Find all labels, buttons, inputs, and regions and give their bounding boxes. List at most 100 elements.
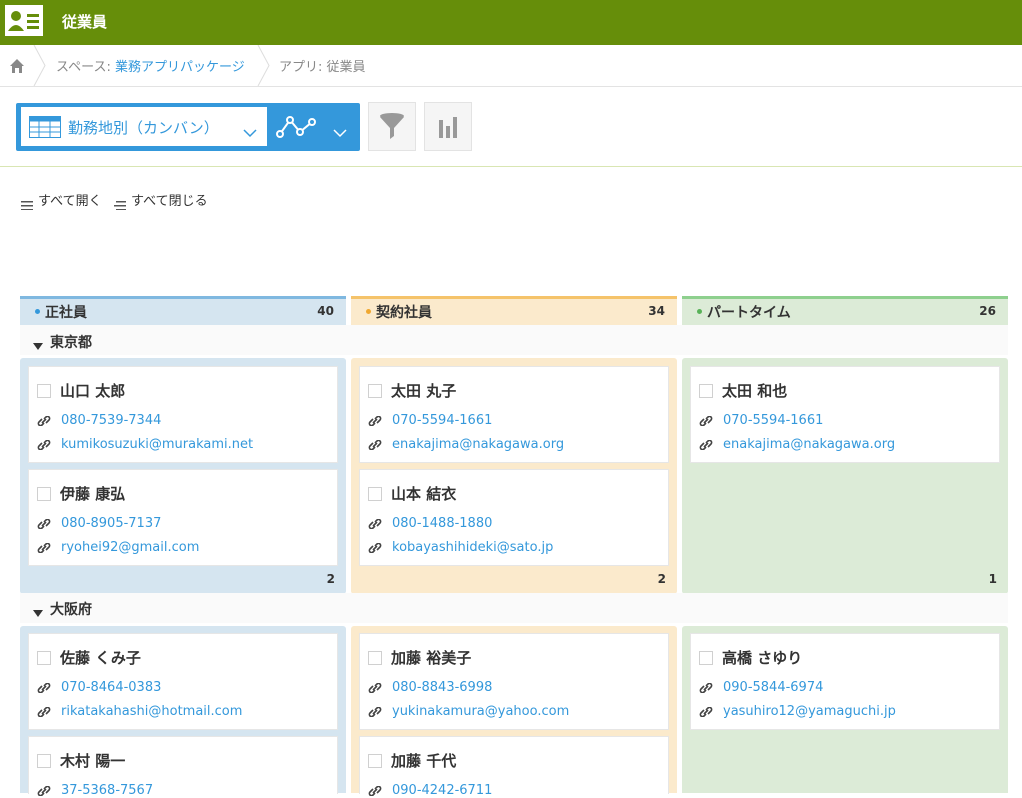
card-name: 太田 丸子 [391,382,457,400]
card-checkbox[interactable] [699,384,713,398]
phone-link[interactable]: 080-8905-7137 [61,516,161,531]
card-name: 加藤 裕美子 [391,649,472,667]
toolbar-divider [0,166,1022,167]
link-icon [368,440,382,450]
chevron-down-icon[interactable] [243,123,257,142]
record-card[interactable]: 山本 結衣 080-1488-1880 kobayashihideki@sato… [359,469,669,566]
app-icon[interactable] [5,5,43,36]
card-checkbox[interactable] [699,651,713,665]
triangle-down-icon[interactable] [33,603,43,622]
breadcrumb-space[interactable]: スペース: 業務アプリパッケージ [56,56,245,75]
phone-link[interactable]: 080-1488-1880 [392,516,492,531]
card-checkbox[interactable] [37,487,51,501]
card-checkbox[interactable] [368,487,382,501]
email-link[interactable]: ryohei92@gmail.com [61,540,199,555]
email-link[interactable]: yukinakamura@yahoo.com [392,704,569,719]
graph-icon[interactable] [276,114,318,146]
collapse-all-link[interactable]: すべて閉じる [131,190,208,209]
status-dot-icon [35,309,40,314]
email-link[interactable]: enakajima@nakagawa.org [723,437,895,452]
table-view-icon [29,116,61,142]
record-card[interactable]: 太田 丸子 070-5594-1661 enakajima@nakagawa.o… [359,366,669,463]
link-icon [37,786,51,796]
link-icon [699,683,713,693]
card-name: 加藤 千代 [391,752,457,770]
link-icon [368,519,382,529]
card-name: 木村 陽一 [60,752,126,770]
card-checkbox[interactable] [37,754,51,768]
card-checkbox[interactable] [368,384,382,398]
breadcrumb-separator-icon [257,45,270,86]
breadcrumb-space-prefix: スペース: [56,60,115,75]
phone-link[interactable]: 090-5844-6974 [723,680,823,695]
link-icon [699,416,713,426]
breadcrumb-separator-icon [33,45,46,86]
link-icon [368,416,382,426]
link-icon [368,543,382,553]
filter-button[interactable] [368,102,416,151]
email-link[interactable]: kumikosuzuki@murakami.net [61,437,253,452]
breadcrumb-app: アプリ: 従業員 [279,60,366,75]
group-header-tokyo[interactable] [20,325,1008,355]
collapse-icon [114,195,126,214]
record-card[interactable]: 伊藤 康弘 080-8905-7137 ryohei92@gmail.com [28,469,338,566]
link-icon [37,440,51,450]
card-checkbox[interactable] [37,651,51,665]
graph-button[interactable] [424,102,472,151]
record-card[interactable]: 木村 陽一 37-5368-7567 [28,736,338,798]
lane-count: 2 [657,572,666,586]
record-card[interactable]: 山口 太郎 080-7539-7344 kumikosuzuki@murakam… [28,366,338,463]
link-icon [37,707,51,717]
link-icon [37,519,51,529]
link-icon [699,440,713,450]
phone-link[interactable]: 37-5368-7567 [61,783,153,798]
bar-chart-icon [439,117,457,138]
card-checkbox[interactable] [368,651,382,665]
record-card[interactable]: 佐藤 くみ子 070-8464-0383 rikatakahashi@hotma… [28,633,338,730]
record-card[interactable]: 加藤 裕美子 080-8843-6998 yukinakamura@yahoo.… [359,633,669,730]
view-name: 勤務地別（カンバン） [68,119,219,137]
home-icon[interactable] [9,58,25,78]
card-checkbox[interactable] [37,384,51,398]
breadcrumb-space-link[interactable]: 業務アプリパッケージ [115,60,245,75]
email-link[interactable]: enakajima@nakagawa.org [392,437,564,452]
link-icon [37,543,51,553]
column-count: 34 [648,304,665,318]
group-title: 大阪府 [50,602,92,618]
card-name: 伊藤 康弘 [60,485,126,503]
phone-link[interactable]: 080-7539-7344 [61,413,161,428]
lane-count: 2 [326,572,335,586]
link-icon [37,683,51,693]
record-card[interactable]: 高橋 さゆり 090-5844-6974 yasuhiro12@yamaguch… [690,633,1000,730]
card-checkbox[interactable] [368,754,382,768]
record-card[interactable]: 太田 和也 070-5594-1661 enakajima@nakagawa.o… [690,366,1000,463]
phone-link[interactable]: 070-5594-1661 [392,413,492,428]
column-title: パートタイム [707,305,791,321]
phone-link[interactable]: 080-8843-6998 [392,680,492,695]
group-header-osaka[interactable] [20,593,1008,623]
chevron-down-icon[interactable] [333,123,347,142]
phone-link[interactable]: 070-8464-0383 [61,680,161,695]
email-link[interactable]: rikatakahashi@hotmail.com [61,704,242,719]
triangle-down-icon[interactable] [33,336,43,355]
column-count: 40 [317,304,334,318]
column-count: 26 [979,304,996,318]
expand-all-link[interactable]: すべて開く [38,190,102,209]
app-header [0,0,1022,45]
card-name: 山口 太郎 [60,382,126,400]
phone-link[interactable]: 090-4242-6711 [392,783,492,798]
column-title: 契約社員 [376,305,432,321]
status-dot-icon [366,309,371,314]
record-card[interactable]: 加藤 千代 090-4242-6711 [359,736,669,798]
card-name: 佐藤 くみ子 [60,649,141,667]
card-name: 高橋 さゆり [722,649,803,667]
link-icon [699,707,713,717]
group-title: 東京都 [50,335,92,351]
column-title: 正社員 [45,305,87,321]
expand-icon [21,195,33,214]
filter-icon [380,113,404,139]
link-icon [368,683,382,693]
email-link[interactable]: yasuhiro12@yamaguchi.jp [723,704,896,719]
email-link[interactable]: kobayashihideki@sato.jp [392,540,553,555]
phone-link[interactable]: 070-5594-1661 [723,413,823,428]
